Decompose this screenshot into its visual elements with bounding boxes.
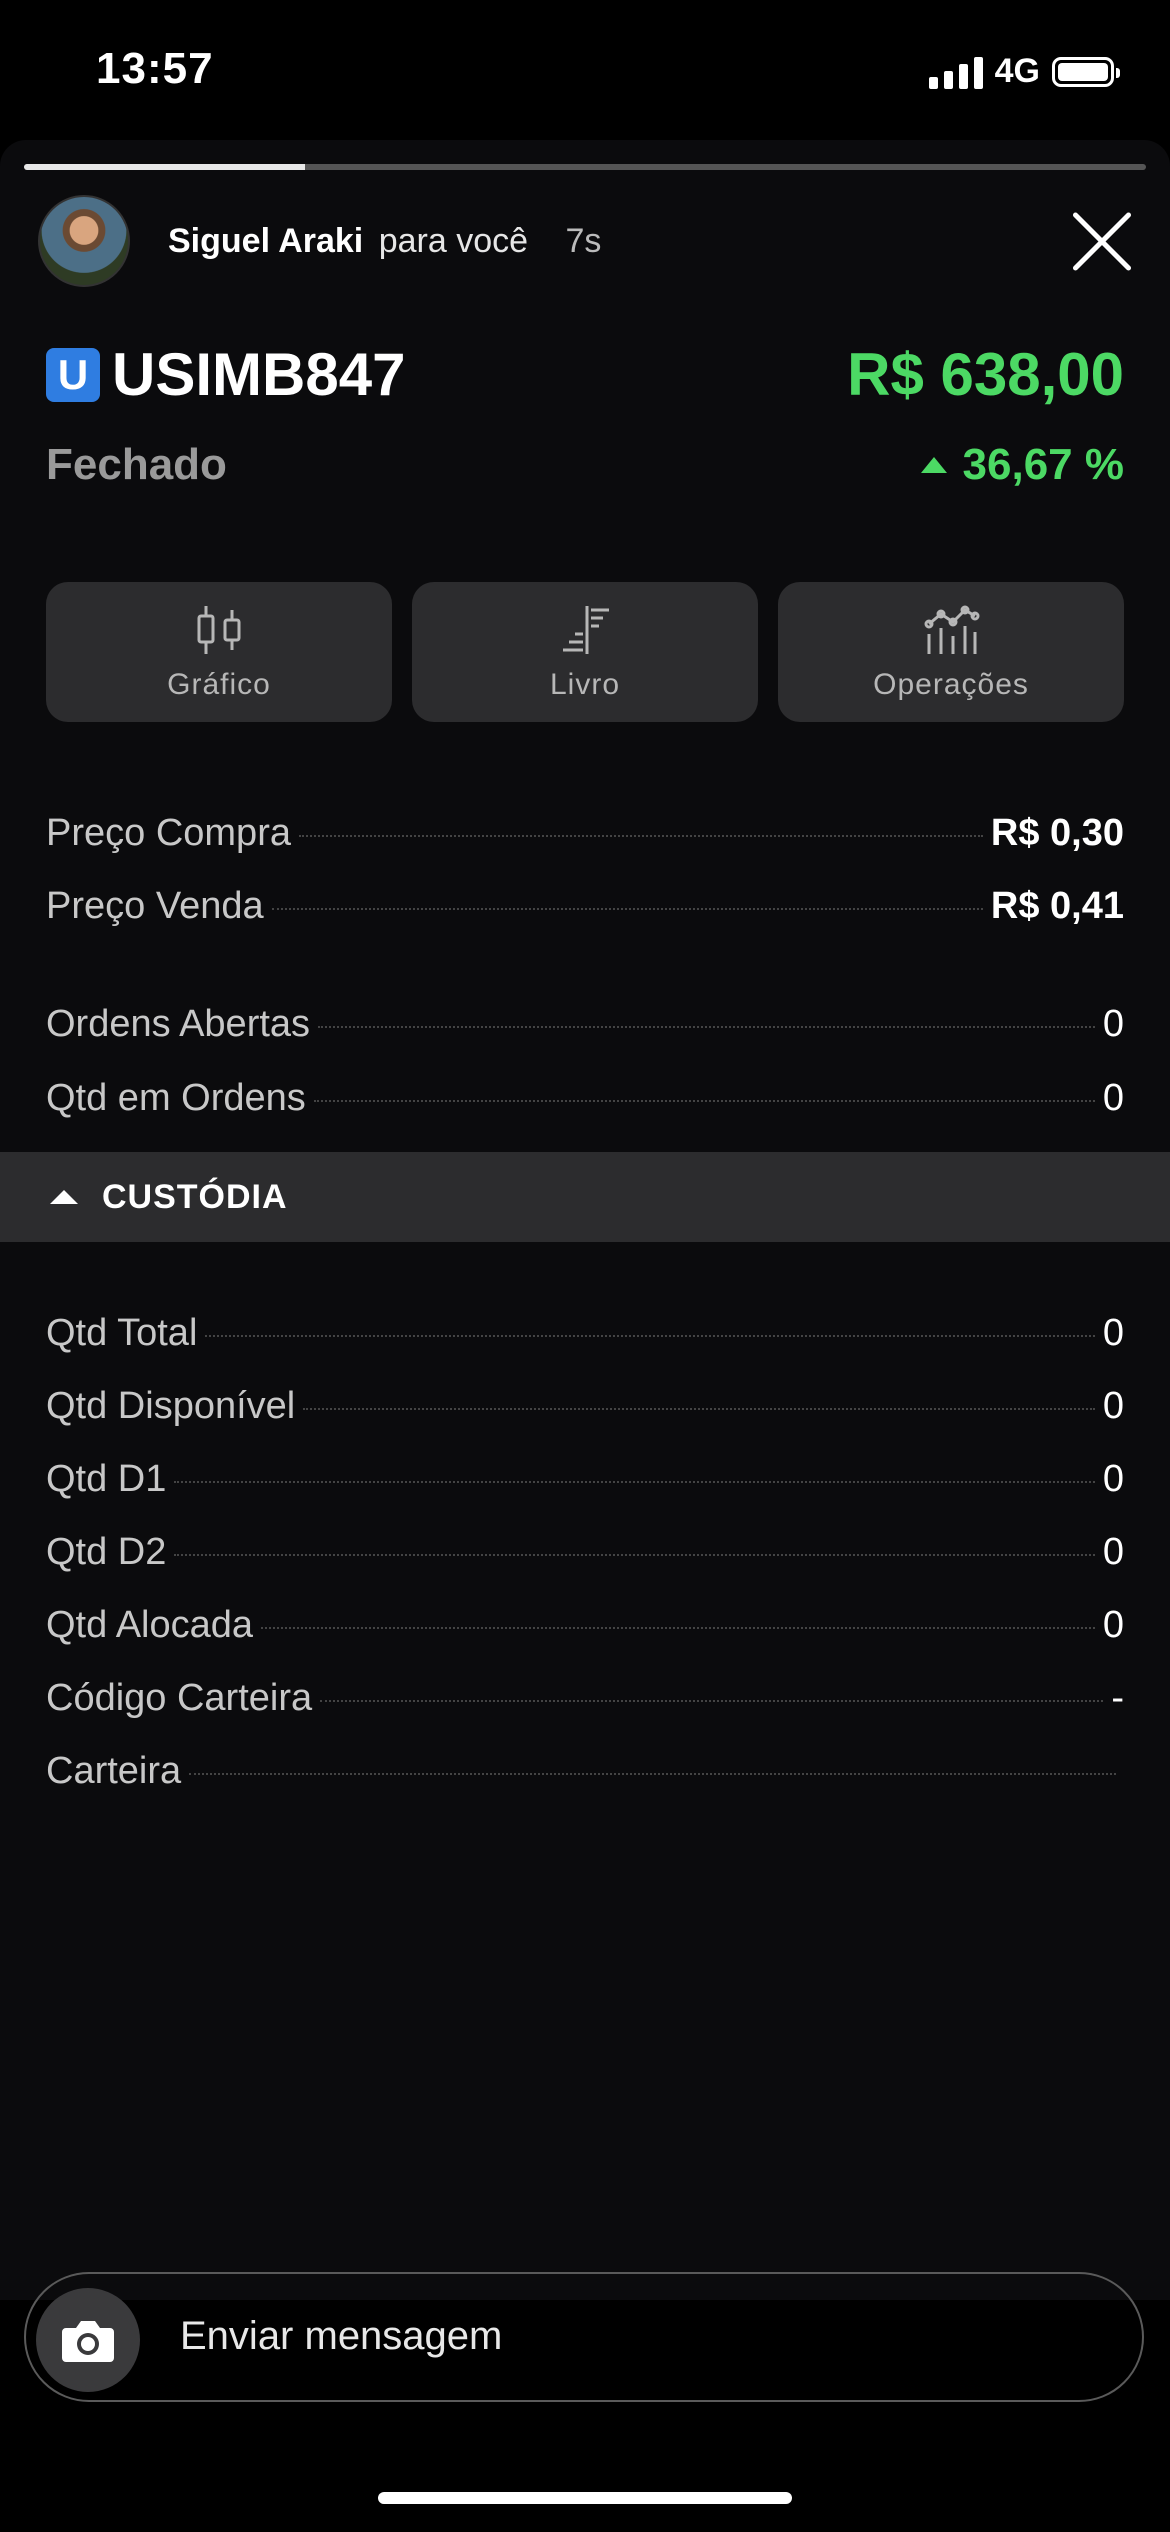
row-value: 0	[1102, 1531, 1124, 1573]
battery-icon	[1052, 56, 1120, 87]
custody-row: Qtd D2 0	[46, 1531, 1124, 1574]
row-label: Preço Venda	[46, 885, 264, 927]
row-value: 0	[1102, 1077, 1124, 1119]
trades-chart-icon	[924, 605, 980, 654]
orders-row-qty: Qtd em Ordens 0	[46, 1077, 1124, 1120]
trades-button-label: Operações	[873, 668, 1029, 701]
row-value: 0	[1102, 1385, 1124, 1427]
market-status: Fechado	[46, 440, 227, 489]
book-button[interactable]: Livro	[412, 582, 758, 722]
row-value: R$ 0,41	[990, 885, 1124, 927]
avatar[interactable]	[38, 195, 130, 287]
story-user-name[interactable]: Siguel Araki	[168, 222, 363, 260]
row-value: 0	[1102, 1003, 1124, 1045]
close-icon[interactable]	[1068, 208, 1136, 276]
story-subtitle: para você	[378, 222, 529, 260]
chevron-up-icon	[50, 1190, 78, 1204]
custody-title: CUSTÓDIA	[102, 1177, 288, 1216]
status-indicators: 4G	[928, 52, 1120, 91]
trades-button[interactable]: Operações	[778, 582, 1124, 722]
row-label: Qtd Total	[46, 1312, 198, 1354]
signal-icon	[928, 55, 983, 89]
camera-icon	[62, 2321, 114, 2362]
asset-price: R$ 638,00	[847, 341, 1124, 408]
row-value: 0	[1102, 1458, 1124, 1500]
custody-row: Qtd D1 0	[46, 1458, 1124, 1501]
asset-logo: U	[46, 348, 100, 402]
camera-button[interactable]	[36, 2288, 140, 2392]
row-value: 0	[1102, 1312, 1124, 1354]
network-type: 4G	[994, 52, 1040, 90]
status-time: 13:57	[96, 44, 214, 93]
custody-row: Código Carteira -	[46, 1677, 1124, 1720]
custody-row: Carteira	[46, 1750, 1124, 1793]
story-progress	[24, 164, 1146, 170]
row-value: R$ 0,30	[990, 812, 1124, 854]
row-value: -	[1111, 1677, 1124, 1719]
quote-row-buy: Preço Compra R$ 0,30	[46, 812, 1124, 855]
story-age: 7s	[565, 222, 602, 260]
row-label: Qtd Disponível	[46, 1385, 296, 1427]
row-label: Código Carteira	[46, 1677, 313, 1719]
chart-button[interactable]: Gráfico	[46, 582, 392, 722]
row-label: Carteira	[46, 1750, 182, 1792]
order-book-icon	[563, 606, 609, 654]
quote-row-sell: Preço Venda R$ 0,41	[46, 885, 1124, 928]
row-label: Ordens Abertas	[46, 1003, 311, 1045]
arrow-up-icon	[920, 457, 947, 473]
custody-row: Qtd Total 0	[46, 1312, 1124, 1355]
custody-row: Qtd Disponível 0	[46, 1385, 1124, 1428]
book-button-label: Livro	[549, 668, 621, 701]
story-header: Siguel Araki para você 7s	[168, 222, 601, 261]
custody-section-toggle[interactable]: CUSTÓDIA	[0, 1152, 1170, 1242]
row-value: 0	[1102, 1604, 1124, 1646]
candlestick-icon	[197, 606, 241, 654]
row-label: Qtd Alocada	[46, 1604, 254, 1646]
home-indicator[interactable]	[378, 2492, 792, 2504]
message-placeholder[interactable]: Enviar mensagem	[180, 2314, 502, 2359]
asset-ticker: USIMB847	[112, 341, 406, 408]
price-change: 36,67 %	[920, 440, 1124, 490]
chart-button-label: Gráfico	[167, 668, 271, 701]
row-label: Qtd D2	[46, 1531, 167, 1573]
row-label: Qtd em Ordens	[46, 1077, 306, 1119]
orders-row-open: Ordens Abertas 0	[46, 1003, 1124, 1046]
row-label: Qtd D1	[46, 1458, 167, 1500]
row-label: Preço Compra	[46, 812, 291, 854]
custody-row: Qtd Alocada 0	[46, 1604, 1124, 1647]
story-progress-fill	[24, 164, 305, 170]
price-change-value: 36,67 %	[962, 440, 1124, 489]
